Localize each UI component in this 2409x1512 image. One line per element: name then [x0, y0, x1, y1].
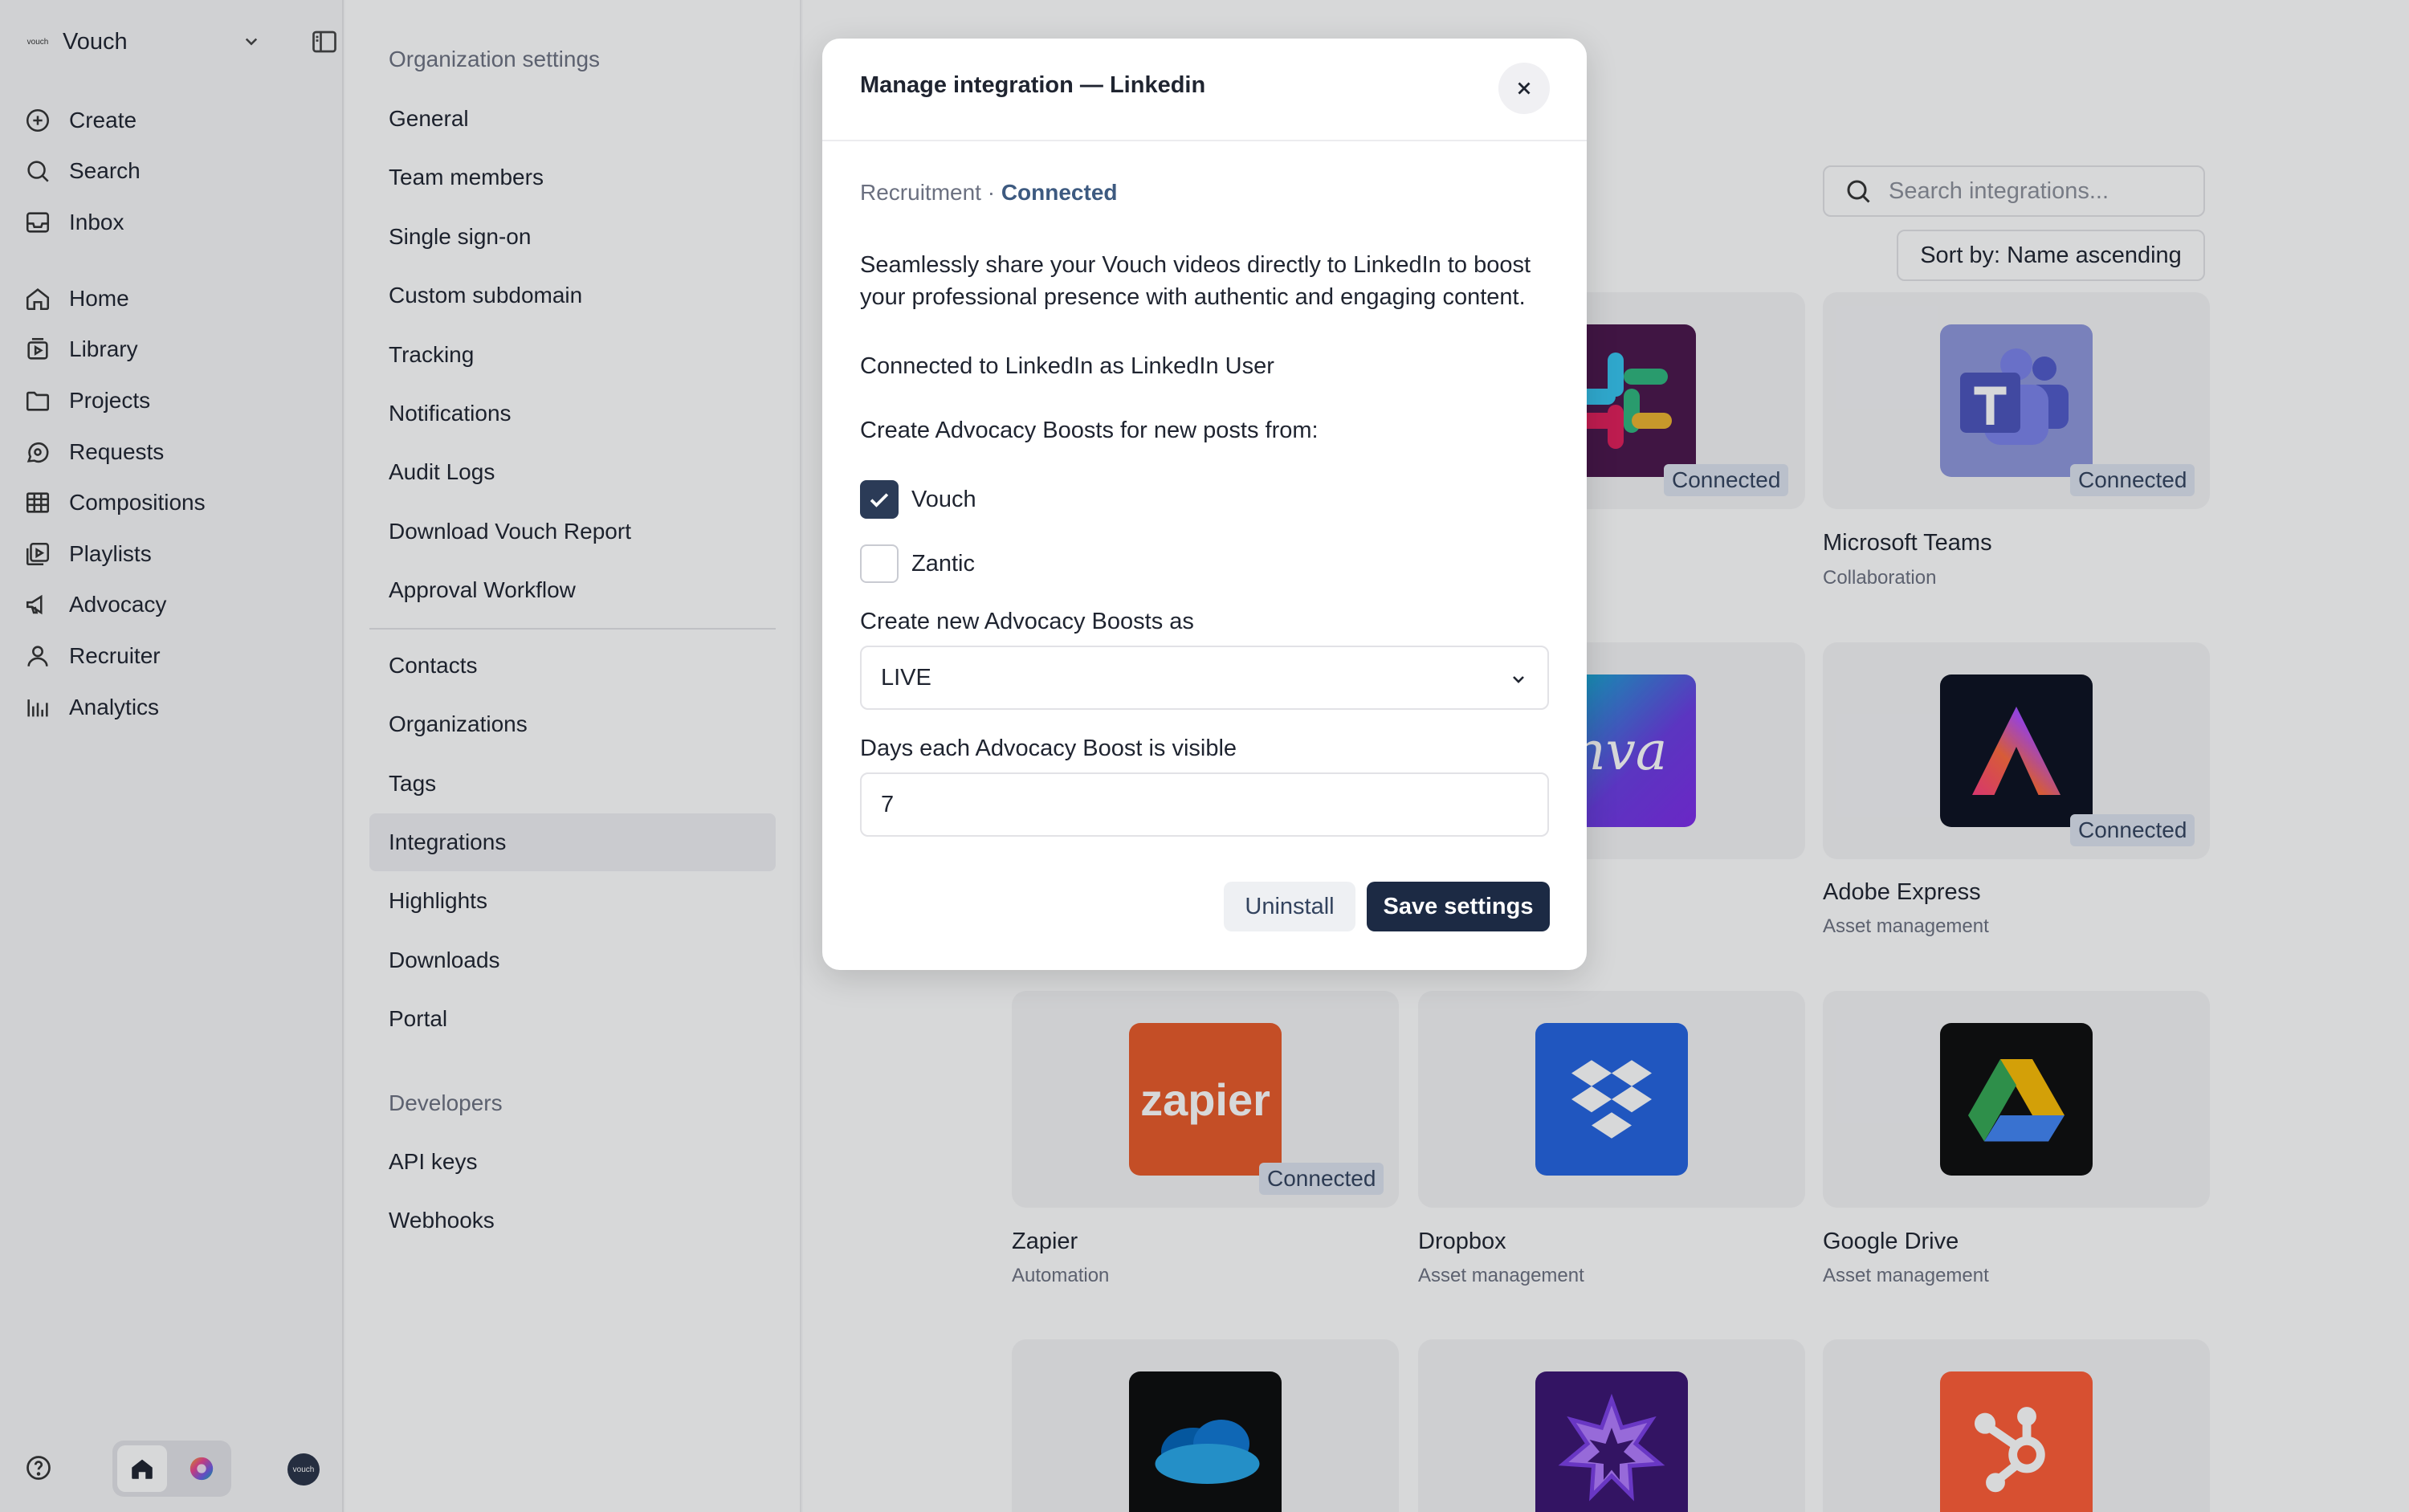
boost-status-value: LIVE: [881, 664, 931, 691]
chevron-down-icon: [1513, 676, 1524, 683]
dialog-title: Manage integration — Linkedin: [860, 72, 1206, 98]
days-visible-label: Days each Advocacy Boost is visible: [860, 736, 1237, 761]
close-icon: [1518, 82, 1531, 95]
boost-status-label: Create new Advocacy Boosts as: [860, 609, 1194, 634]
meta-separator: ·: [987, 180, 996, 205]
boost-sources-label: Create Advocacy Boosts for new posts fro…: [860, 418, 1319, 443]
dialog-header: Manage integration — Linkedin: [822, 39, 1587, 141]
source-label: Vouch: [911, 486, 976, 512]
source-label: Zantic: [911, 550, 975, 577]
integration-meta: Recruitment · Connected: [860, 180, 1118, 206]
checkmark-icon: [870, 493, 889, 507]
save-settings-button[interactable]: Save settings: [1367, 882, 1550, 931]
vouch-checkbox[interactable]: [860, 480, 899, 519]
source-option-zantic[interactable]: Zantic: [860, 544, 975, 583]
boost-status-select[interactable]: LIVE: [860, 646, 1549, 710]
close-button[interactable]: [1498, 63, 1550, 114]
connected-account-text: Connected to LinkedIn as LinkedIn User: [860, 353, 1274, 379]
app-window: vouch Vouch Create Search Inbox Home Lib…: [0, 0, 2409, 1512]
days-visible-input[interactable]: [860, 772, 1549, 837]
zantic-checkbox[interactable]: [860, 544, 899, 583]
manage-integration-dialog: Manage integration — Linkedin Recruitmen…: [822, 39, 1587, 970]
source-option-vouch[interactable]: Vouch: [860, 480, 976, 519]
integration-description: Seamlessly share your Vouch videos direc…: [860, 252, 1531, 310]
status-badge: Connected: [1001, 180, 1118, 205]
uninstall-button[interactable]: Uninstall: [1224, 882, 1355, 931]
integration-category: Recruitment: [860, 180, 981, 205]
